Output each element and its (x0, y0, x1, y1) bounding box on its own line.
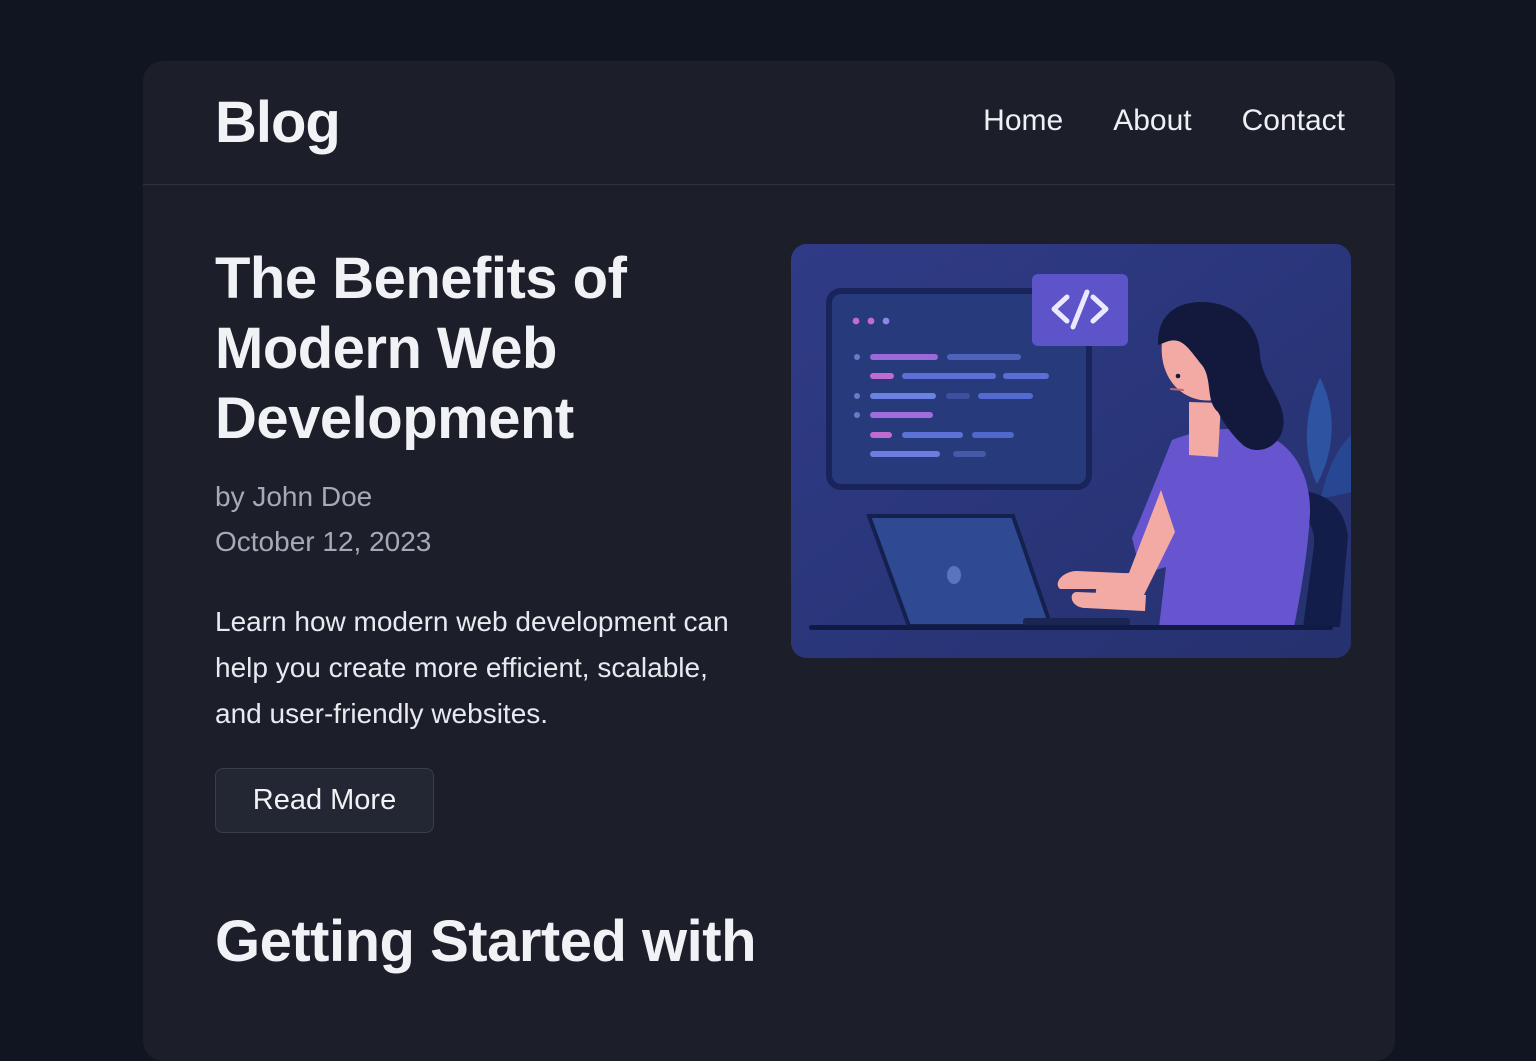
nav-about-link[interactable]: About (1113, 101, 1191, 141)
post-excerpt: Learn how modern web development can hel… (215, 606, 729, 729)
post-date: October 12, 2023 (215, 526, 432, 557)
window-dot-3 (882, 317, 890, 325)
window-dot-1 (852, 317, 860, 325)
blog-brand[interactable]: Blog (215, 91, 341, 155)
nav-home-link[interactable]: Home (983, 101, 1063, 141)
post-author: by John Doe (215, 481, 373, 512)
site-header: Blog Home About Contact (143, 61, 1395, 185)
next-post-title[interactable]: Getting Started with (215, 907, 757, 977)
code-icon (1032, 274, 1128, 346)
featured-post-title[interactable]: The Benefits of Modern Web Development (215, 244, 735, 454)
desk-surface (809, 625, 1333, 630)
read-more-button[interactable]: Read More (215, 768, 434, 833)
blog-card: Blog Home About Contact The Benefits of … (143, 61, 1395, 1061)
window-dot-2 (867, 317, 875, 325)
nav-contact-link[interactable]: Contact (1242, 101, 1345, 141)
main-navigation: Home About Contact (983, 101, 1345, 141)
developer-illustration (791, 244, 1351, 658)
featured-post-image[interactable] (791, 244, 1351, 658)
